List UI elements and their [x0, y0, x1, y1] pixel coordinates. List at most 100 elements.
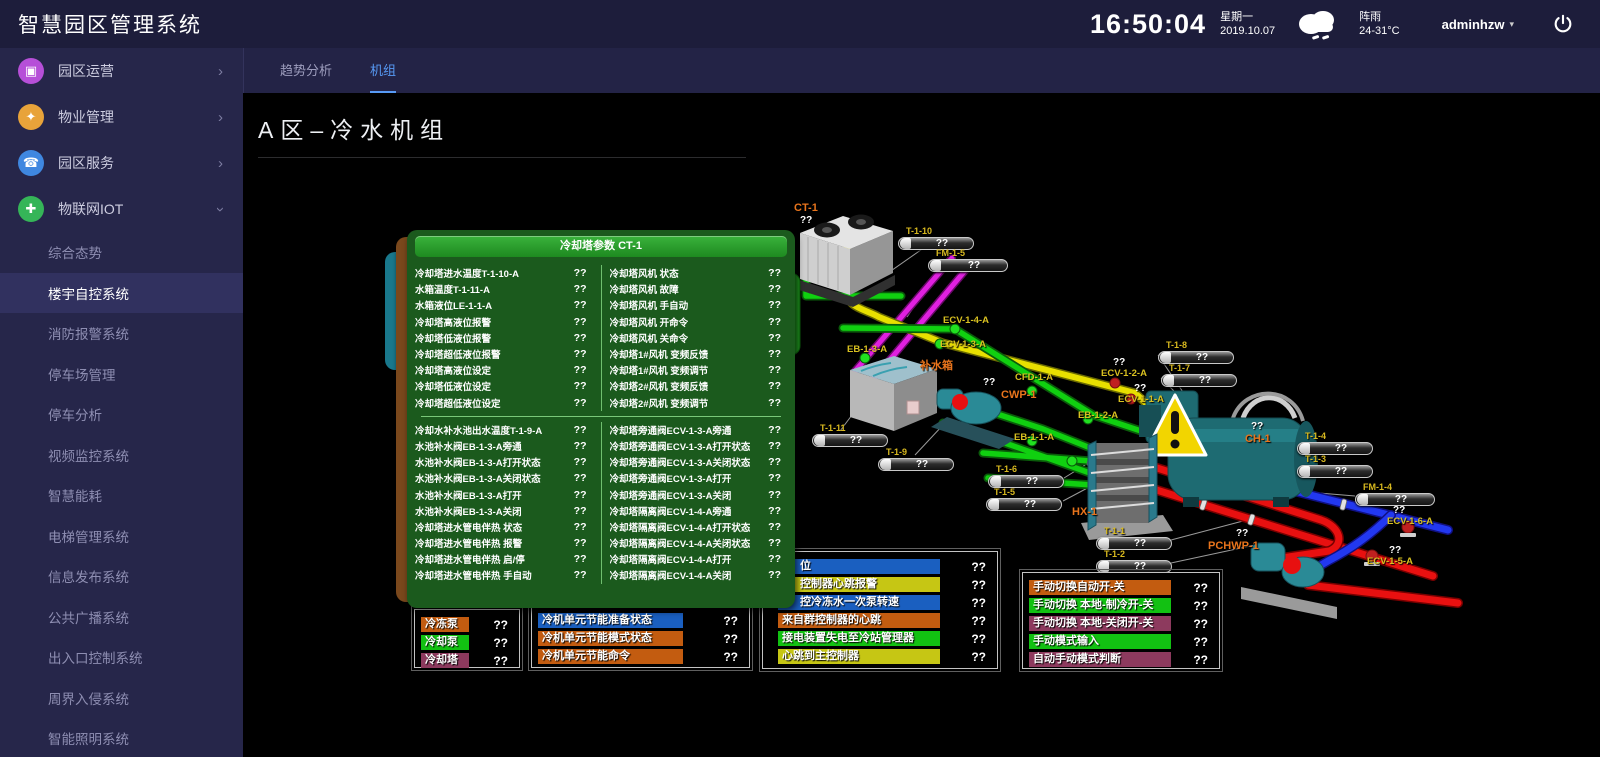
status-row: 来自群控制器的心跳 ?? — [769, 613, 991, 628]
param-row: 水池补水阀EB-1-3-A旁通 ?? — [415, 438, 593, 454]
param-row: 冷却塔2#风机 变频反馈 ?? — [610, 378, 788, 394]
gauge-capsule: ?? — [878, 458, 954, 471]
param-row: 冷却塔高液位设定 ?? — [415, 362, 593, 378]
param-row: 冷却塔风机 状态 ?? — [610, 265, 788, 281]
status-row: 手动模式输入 ?? — [1029, 634, 1213, 649]
sidebar-subitem[interactable]: 楼宇自控系统 — [0, 273, 243, 314]
sensor-T-1-2: T-1-2 ?? — [1096, 549, 1172, 573]
param-row: 冷却塔旁通阀ECV-1-3-A打开状态 ?? — [610, 438, 788, 454]
sidebar-subitem[interactable]: 视频监控系统 — [0, 435, 243, 476]
pump-status-panel: 冷冻泵 ?? 冷却泵 ?? 冷却塔 ?? — [414, 609, 520, 668]
param-row: 冷却塔隔离阀ECV-1-4-A打开 ?? — [610, 551, 788, 567]
param-panel-body: 冷却塔进水温度T-1-10-A ?? 水箱温度T-1-11-A ?? 水箱液位L… — [407, 263, 795, 586]
param-row: 冷却塔隔离阀ECV-1-4-A关闭状态 ?? — [610, 535, 788, 551]
param-row: 冷却塔风机 手自动 ?? — [610, 297, 788, 313]
param-row: 冷却塔隔离阀ECV-1-4-A旁通 ?? — [610, 503, 788, 519]
sidebar-subitem[interactable]: 智慧能耗 — [0, 475, 243, 516]
sidebar-subitem[interactable]: 出入口控制系统 — [0, 637, 243, 678]
param-row: 冷却塔超低液位报警 ?? — [415, 346, 593, 362]
sidebar-subitem-label: 消防报警系统 — [48, 323, 129, 343]
sidebar-item[interactable]: ☎ 园区服务 › — [0, 140, 243, 186]
param-row: 冷却塔风机 关命令 ?? — [610, 330, 788, 346]
sidebar-subitem-label: 视频监控系统 — [48, 445, 129, 465]
sidebar-subitem-label: 综合态势 — [48, 242, 102, 262]
weather-label: 阵雨 — [1359, 10, 1399, 24]
controller-status-panel: 位 ?? 控制器心跳报警 ?? 控冷冻水一次泵转速 ?? 来自群控制器的心跳 ?… — [762, 551, 998, 669]
param-row: 冷却塔1#风机 变频反馈 ?? — [610, 346, 788, 362]
equipment-label-ECV-1-6-A: ?? ECV-1-6-A — [1387, 505, 1433, 527]
sidebar-subitem-label: 电梯管理系统 — [48, 526, 129, 546]
equipment-label-ECV-1-3-A: ECV-1-3-A — [940, 340, 986, 351]
weekday-label: 星期一 — [1220, 10, 1275, 24]
tab[interactable]: 趋势分析 — [280, 48, 332, 93]
param-row: 水池补水阀EB-1-3-A打开状态 ?? — [415, 454, 593, 470]
sidebar-subitem[interactable]: 信息发布系统 — [0, 556, 243, 597]
sidebar-subitem[interactable]: 停车分析 — [0, 394, 243, 435]
param-row: 冷却塔高液位报警 ?? — [415, 314, 593, 330]
user-menu[interactable]: adminhzw ▾ — [1442, 17, 1514, 32]
cooling-tower-param-panel: 冷却塔参数 CT-1 冷却塔进水温度T-1-10-A ?? 水箱温度T-1-11… — [407, 230, 795, 608]
energy-status-panel: 冷机单元节能准备状态 ?? 冷机单元节能模式状态 ?? 冷机单元节能命令 ?? — [531, 605, 750, 668]
sidebar-subitem[interactable]: 综合态势 — [0, 232, 243, 273]
gauge-capsule: ?? — [928, 259, 1008, 272]
equipment-label-EB-1-2-A: EB-1-2-A — [1078, 411, 1118, 422]
sidebar-subitem-label: 信息发布系统 — [48, 566, 129, 586]
weather-block: 阵雨 24-31°C — [1359, 10, 1399, 39]
sidebar-subitem[interactable]: 电梯管理系统 — [0, 516, 243, 557]
sidebar-subitem[interactable]: 停车场管理 — [0, 354, 243, 395]
equipment-label-tank: 补水箱 — [920, 360, 953, 373]
sidebar-subitem[interactable]: 智能照明系统 — [0, 718, 243, 757]
sensor-T-1-5: T-1-5 ?? — [986, 487, 1062, 511]
bulb-icon: ✦ — [18, 104, 44, 130]
status-row: 冷却塔 ?? — [421, 653, 513, 668]
equipment-label-CFD-1-A: CFD-1-A — [1015, 373, 1053, 384]
building-icon: ▣ — [18, 58, 44, 84]
tab[interactable]: 机组 — [370, 48, 396, 93]
sidebar-subitem-label: 周界入侵系统 — [48, 688, 129, 708]
param-row: 冷却塔隔离阀ECV-1-4-A打开状态 ?? — [610, 519, 788, 535]
content-area: A区–冷水机组 — [243, 93, 1600, 757]
equipment-label-ECV-1-4-A: ECV-1-4-A — [943, 316, 989, 327]
sidebar-item-label: 园区服务 — [58, 153, 114, 173]
param-row: 冷却塔低液位报警 ?? — [415, 330, 593, 346]
status-row: 手动切换 本地-制冷开-关 ?? — [1029, 598, 1213, 613]
sidebar-item[interactable]: ✦ 物业管理 › — [0, 94, 243, 140]
shield-icon: ✚ — [18, 196, 44, 222]
param-row: 冷却塔进水管电伴热 手自动 ?? — [415, 567, 593, 583]
status-row: 冷冻泵 ?? — [421, 617, 513, 632]
sensor-T-1-9: T-1-9 ?? — [878, 447, 954, 471]
sidebar-item[interactable]: ▣ 园区运营 › — [0, 48, 243, 94]
temperature-label: 24-31°C — [1359, 24, 1399, 38]
param-row: 冷却塔隔离阀ECV-1-4-A关闭 ?? — [610, 567, 788, 583]
chevron-down-icon: › — [212, 207, 229, 212]
param-row: 冷却塔超低液位设定 ?? — [415, 395, 593, 411]
sidebar-subitem[interactable]: 消防报警系统 — [0, 313, 243, 354]
equipment-label-ECV-1-5-A: ?? ECV-1-5-A — [1367, 545, 1413, 567]
sidebar-subitem-label: 出入口控制系统 — [48, 647, 143, 667]
sensor-FM-1-5: FM-1-5 ?? — [928, 248, 1008, 272]
sensor-FM-1-4: FM-1-4 ?? — [1355, 482, 1435, 506]
equipment-label-ECV-1-1-A: ?? ECV-1-1-A — [1118, 383, 1164, 405]
username: adminhzw — [1442, 17, 1505, 32]
chevron-right-icon: › — [218, 63, 223, 80]
power-icon[interactable] — [1552, 13, 1574, 35]
status-row: 手动切换 本地-关闭开-关 ?? — [1029, 616, 1213, 631]
status-row: 控制器心跳报警 ?? — [769, 577, 991, 592]
sensor-T-1-11: T-1-11 ?? — [812, 423, 888, 447]
sidebar: ▣ 园区运营 › ✦ 物业管理 › ☎ 园区服务 › ✚ 物联网IOT › 综合… — [0, 48, 243, 757]
sidebar-subitem[interactable]: 周界入侵系统 — [0, 678, 243, 719]
sensor-T-1-3: T-1-3 ?? — [1297, 454, 1373, 478]
equipment-label-HX-1: HX-1 — [1072, 506, 1097, 519]
sidebar-subitem-label: 智慧能耗 — [48, 485, 102, 505]
equipment-label-ECV-1-2-A: ?? ECV-1-2-A — [1101, 357, 1147, 379]
param-row: 冷却塔1#风机 变频调节 ?? — [610, 362, 788, 378]
param-row: 冷却塔进水管电伴热 报警 ?? — [415, 535, 593, 551]
param-row: 冷却塔旁通阀ECV-1-3-A关闭状态 ?? — [610, 454, 788, 470]
equipment-label-CT-1: ?? CT-1 — [794, 202, 818, 226]
sidebar-subitem[interactable]: 公共广播系统 — [0, 597, 243, 638]
param-row: 冷却塔风机 开命令 ?? — [610, 314, 788, 330]
sensor-T-1-8: T-1-8 ?? — [1158, 340, 1234, 364]
status-row: 冷机单元节能准备状态 ?? — [538, 613, 743, 628]
sidebar-subitem-label: 停车分析 — [48, 404, 102, 424]
sidebar-item[interactable]: ✚ 物联网IOT › — [0, 186, 243, 232]
